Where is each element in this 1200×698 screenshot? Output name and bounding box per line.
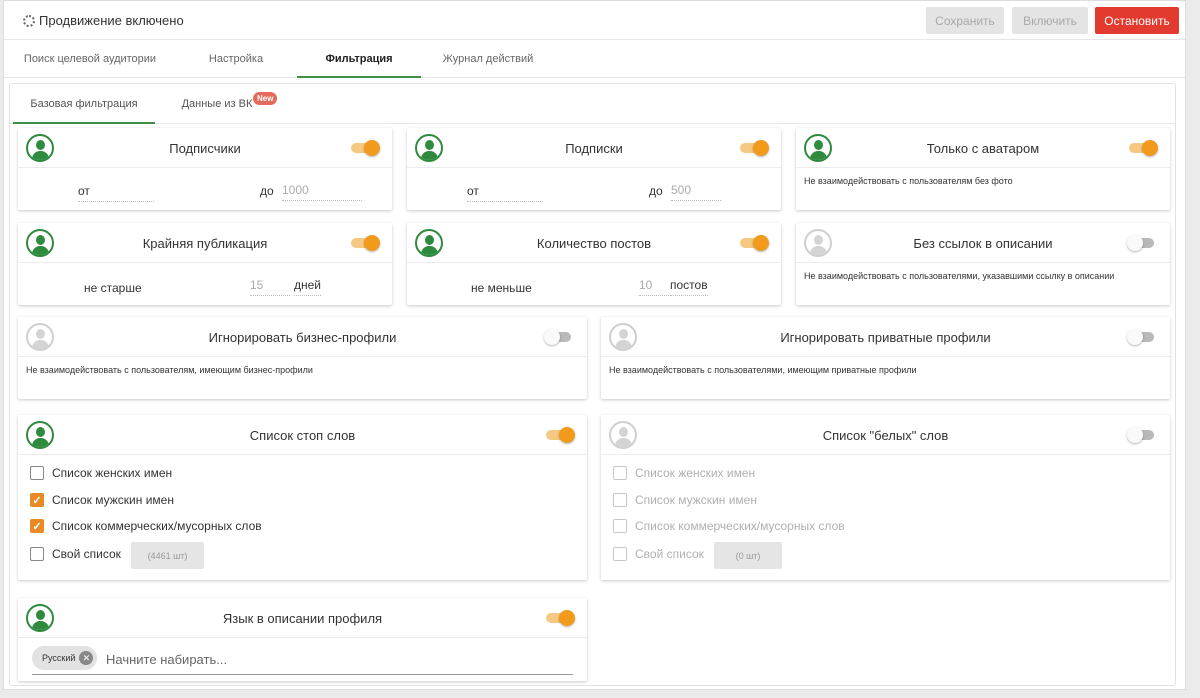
remove-chip-icon[interactable]: ✕ <box>79 651 94 665</box>
white-words-toggle[interactable] <box>1127 427 1156 443</box>
custom-list-count-button[interactable]: (0 шт) <box>714 542 782 569</box>
to-label: до <box>260 184 274 198</box>
card-title: Язык в описании профиля <box>222 611 383 626</box>
custom-list-count-button[interactable]: (4461 шт) <box>131 542 204 569</box>
checkbox-icon[interactable] <box>30 547 44 561</box>
card-title: Количество постов <box>536 236 652 251</box>
stop-button[interactable]: Остановить <box>1095 7 1179 34</box>
filter-panel: Базовая фильтрация Данные из ВК New Подп… <box>9 83 1176 686</box>
promotion-status: Продвижение включено <box>23 13 184 28</box>
card-title: Только с аватаром <box>926 141 1040 156</box>
top-bar: Продвижение включено Сохранить Включить … <box>4 1 1185 40</box>
card-title: Игнорировать бизнес-профили <box>208 330 397 345</box>
card-title: Без ссылок в описании <box>913 236 1053 251</box>
checkbox-icon[interactable] <box>613 547 627 561</box>
card-title: Список "белых" слов <box>822 428 949 443</box>
card-last-post: Крайняя публикация не старше 15 дней <box>18 223 392 305</box>
checkbox-icon[interactable] <box>613 519 627 533</box>
save-button[interactable]: Сохранить <box>926 7 1004 34</box>
checkbox-female-names[interactable]: Список женских имен <box>613 464 755 482</box>
input-underline <box>32 674 573 675</box>
tab-action-log[interactable]: Журнал действий <box>421 41 555 78</box>
main-tabs: Поиск целевой аудитории Настройка Фильтр… <box>4 41 1185 78</box>
posts-count-toggle[interactable] <box>740 235 769 251</box>
checkbox-icon[interactable] <box>613 466 627 480</box>
subtab-vk-data[interactable]: Данные из ВК <box>170 84 264 124</box>
card-profile-language: Язык в описании профиля Русский ✕ Начнит… <box>18 598 587 681</box>
card-business-profiles: Игнорировать бизнес-профили Не взаимодей… <box>18 317 587 399</box>
to-label: до <box>649 184 663 198</box>
card-description: Не взаимодействовать с пользователям без… <box>804 176 1013 186</box>
checkbox-icon[interactable] <box>30 466 44 480</box>
tab-filtering[interactable]: Фильтрация <box>297 41 421 78</box>
app-window: Продвижение включено Сохранить Включить … <box>3 0 1186 690</box>
posts-label: постов <box>670 278 708 296</box>
followers-to-input[interactable]: 1000 <box>282 183 362 201</box>
card-private-profiles: Игнорировать приватные профили Не взаимо… <box>601 317 1170 399</box>
card-title: Список стоп слов <box>249 428 356 443</box>
language-chip: Русский ✕ <box>32 646 98 670</box>
card-followers: Подписчики от до 1000 <box>18 128 392 210</box>
card-no-links: Без ссылок в описании Не взаимодействова… <box>796 223 1170 305</box>
following-from-input[interactable] <box>467 184 543 202</box>
checkbox-commercial-words[interactable]: ✓ Список коммерческих/мусорных слов <box>30 517 262 535</box>
checkmark-icon[interactable]: ✓ <box>30 519 44 533</box>
card-stop-words: Список стоп слов Список женских имен ✓ С… <box>18 415 587 580</box>
status-text: Продвижение включено <box>39 13 184 28</box>
card-posts-count: Количество постов не меньше 10 постов <box>407 223 781 305</box>
new-badge: New <box>253 92 278 105</box>
card-white-words: Список "белых" слов Список женских имен … <box>601 415 1170 580</box>
card-avatar-only: Только с аватаром Не взаимодействовать с… <box>796 128 1170 210</box>
checkbox-custom-list[interactable]: Свой список <box>613 545 704 563</box>
avatar-toggle[interactable] <box>1129 140 1158 156</box>
last-post-toggle[interactable] <box>351 235 380 251</box>
followers-toggle[interactable] <box>351 140 380 156</box>
checkbox-icon[interactable] <box>613 493 627 507</box>
checkbox-custom-list[interactable]: Свой список <box>30 545 121 563</box>
not-less-label: не меньше <box>471 281 532 295</box>
language-search-input[interactable]: Начните набирать... <box>106 652 227 667</box>
card-title: Подписки <box>565 141 623 156</box>
card-description: Не взаимодействовать с пользователям, им… <box>26 365 313 375</box>
loading-spinner-icon <box>23 14 35 27</box>
tab-audience-search[interactable]: Поиск целевой аудитории <box>4 41 176 78</box>
no-links-toggle[interactable] <box>1127 235 1156 251</box>
days-label: дней <box>294 278 322 296</box>
language-toggle[interactable] <box>546 610 575 626</box>
stop-words-toggle[interactable] <box>546 427 575 443</box>
followers-from-input[interactable] <box>78 184 154 202</box>
subtab-basic-filtering[interactable]: Базовая фильтрация <box>13 84 155 124</box>
card-title: Крайняя публикация <box>142 236 268 251</box>
card-title: Игнорировать приватные профили <box>780 330 991 345</box>
sub-tabs: Базовая фильтрация Данные из ВК New <box>10 84 1175 124</box>
private-toggle[interactable] <box>1127 329 1156 345</box>
checkbox-commercial-words[interactable]: Список коммерческих/мусорных слов <box>613 517 845 535</box>
card-description: Не взаимодействовать с пользователями, у… <box>804 271 1115 281</box>
posts-count-input[interactable]: 10 <box>639 278 669 296</box>
card-following: Подписки от до 500 <box>407 128 781 210</box>
checkbox-male-names[interactable]: Список мужскин имен <box>613 491 757 509</box>
card-title: Подписчики <box>169 141 241 156</box>
enable-button[interactable]: Включить <box>1012 7 1088 34</box>
checkmark-icon[interactable]: ✓ <box>30 493 44 507</box>
following-toggle[interactable] <box>740 140 769 156</box>
last-post-days-input[interactable]: 15 <box>250 278 290 296</box>
card-description: Не взаимодействовать с пользователями, и… <box>609 365 917 375</box>
business-toggle[interactable] <box>544 329 573 345</box>
checkbox-female-names[interactable]: Список женских имен <box>30 464 172 482</box>
checkbox-male-names[interactable]: ✓ Список мужскин имен <box>30 491 174 509</box>
tab-settings[interactable]: Настройка <box>176 41 296 78</box>
not-older-label: не старше <box>84 281 142 295</box>
following-to-input[interactable]: 500 <box>671 183 721 201</box>
